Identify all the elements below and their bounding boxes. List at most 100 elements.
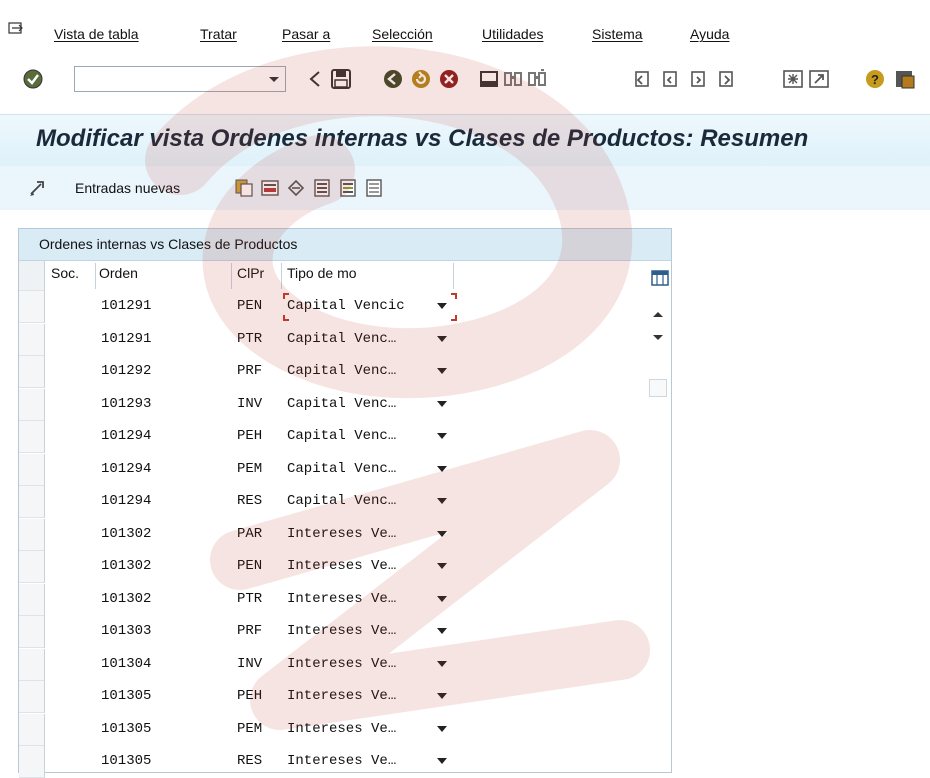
command-field[interactable] [74,66,286,92]
cell-tipo-de-mo[interactable]: Capital Venc… [287,461,396,477]
table-settings-icon[interactable] [651,269,669,287]
table-row[interactable]: 101302 PTR Intereses Ve… [19,583,659,616]
nav-back-icon[interactable] [382,68,404,90]
table-row[interactable]: 101305 RES Intereses Ve… [19,746,659,778]
back-icon[interactable] [304,68,326,90]
cell-tipo-de-mo[interactable]: Intereses Ve… [287,688,396,704]
cell-tipo-de-mo[interactable]: Capital Venc… [287,396,396,412]
table-row[interactable]: 101302 PAR Intereses Ve… [19,518,659,551]
new-entries-button[interactable]: Entradas nuevas [75,180,180,196]
menu-pasar-a[interactable]: Pasar a [282,26,330,42]
cell-tipo-de-mo[interactable]: Intereses Ve… [287,656,396,672]
dropdown-arrow-icon[interactable] [437,595,447,603]
dropdown-arrow-icon[interactable] [437,692,447,700]
find-next-icon[interactable] [526,68,548,90]
print-icon[interactable] [478,68,500,90]
table-row[interactable]: 101294 RES Capital Venc… [19,486,659,518]
save-icon[interactable] [330,68,352,90]
table-row[interactable]: 101291 PTR Capital Venc… [19,323,659,356]
last-page-icon[interactable] [716,68,738,90]
row-selector[interactable] [19,421,45,453]
cancel-icon[interactable] [438,68,460,90]
table-row[interactable]: 101292 PRF Capital Venc… [19,356,659,388]
table-row[interactable]: 101303 PRF Intereses Ve… [19,616,659,648]
menu-sistema[interactable]: Sistema [592,26,643,42]
undo-icon[interactable] [286,178,306,198]
row-selector[interactable] [19,453,45,486]
row-selector[interactable] [19,713,45,746]
deselect-all-icon[interactable] [364,178,384,198]
column-header-clpr[interactable]: ClPr [237,265,264,281]
new-session-icon[interactable] [782,68,804,90]
column-separator[interactable] [95,263,96,289]
table-row[interactable]: 101294 PEM Capital Venc… [19,453,659,486]
row-selector[interactable] [19,356,45,388]
column-header-soc[interactable]: Soc. [51,265,79,281]
row-selector[interactable] [19,746,45,778]
table-row[interactable]: 101305 PEH Intereses Ve… [19,681,659,713]
table-row[interactable]: 101304 INV Intereses Ve… [19,648,659,681]
dropdown-arrow-icon[interactable] [437,562,447,570]
row-selector[interactable] [19,648,45,681]
cell-tipo-de-mo[interactable]: Intereses Ve… [287,753,396,769]
column-header-orden[interactable]: Orden [99,265,138,281]
row-selector[interactable] [19,616,45,648]
column-separator[interactable] [231,263,232,289]
cell-tipo-de-mo[interactable]: Capital Venc… [287,428,396,444]
column-separator[interactable] [453,263,454,289]
menu-vista-de-tabla[interactable]: Vista de tabla [54,26,139,42]
cell-tipo-de-mo[interactable]: Capital Vencic [287,298,405,314]
menu-ayuda[interactable]: Ayuda [690,26,729,42]
table-row[interactable]: 101302 PEN Intereses Ve… [19,551,659,583]
dropdown-arrow-icon[interactable] [437,400,447,408]
cell-tipo-de-mo[interactable]: Intereses Ve… [287,721,396,737]
dropdown-arrow-icon[interactable] [437,530,447,538]
cell-tipo-de-mo[interactable]: Intereses Ve… [287,623,396,639]
dropdown-arrow-icon[interactable] [437,465,447,473]
menu-seleccion[interactable]: Selección [372,26,433,42]
find-icon[interactable] [502,68,524,90]
next-page-icon[interactable] [688,68,710,90]
row-selector[interactable] [19,486,45,518]
cell-tipo-de-mo[interactable]: Intereses Ve… [287,591,396,607]
row-selector[interactable] [19,583,45,616]
row-selector[interactable] [19,323,45,356]
dropdown-arrow-icon[interactable] [437,335,447,343]
cell-tipo-de-mo[interactable]: Capital Venc… [287,331,396,347]
row-selector[interactable] [19,518,45,551]
menu-utilidades[interactable]: Utilidades [482,26,543,42]
cell-tipo-de-mo[interactable]: Capital Venc… [287,363,396,379]
menu-tratar[interactable]: Tratar [200,26,237,42]
exit-icon[interactable] [410,68,432,90]
table-row[interactable]: 101293 INV Capital Venc… [19,388,659,421]
table-row[interactable]: 101291 PEN Capital Vencic [19,291,659,323]
dropdown-arrow-icon[interactable] [437,497,447,505]
row-selector[interactable] [19,388,45,421]
menu-arrow-icon[interactable] [8,22,24,36]
dropdown-arrow-icon[interactable] [437,725,447,733]
shortcut-icon[interactable] [808,68,830,90]
row-selector[interactable] [19,291,45,323]
column-header-tipo-de-mo[interactable]: Tipo de mo [287,265,357,281]
table-row[interactable]: 101294 PEH Capital Venc… [19,421,659,453]
delete-icon[interactable] [260,178,280,198]
customize-layout-icon[interactable] [894,68,916,90]
cell-tipo-de-mo[interactable]: Intereses Ve… [287,558,396,574]
dropdown-arrow-icon[interactable] [437,432,447,440]
column-separator[interactable] [281,263,282,289]
copy-icon[interactable] [234,178,254,198]
dropdown-arrow-icon[interactable] [437,757,447,765]
cell-tipo-de-mo[interactable]: Capital Venc… [287,493,396,509]
change-display-icon[interactable] [28,178,48,198]
prev-page-icon[interactable] [660,68,682,90]
dropdown-arrow-icon[interactable] [437,627,447,635]
enter-icon[interactable] [22,68,44,90]
row-selector[interactable] [19,681,45,713]
command-dropdown-icon[interactable] [264,70,284,88]
dropdown-arrow-icon[interactable] [437,302,447,310]
row-selector[interactable] [19,551,45,583]
dropdown-arrow-icon[interactable] [437,367,447,375]
select-all-icon[interactable] [312,178,332,198]
select-all-cell[interactable] [19,261,45,291]
select-block-icon[interactable] [338,178,358,198]
